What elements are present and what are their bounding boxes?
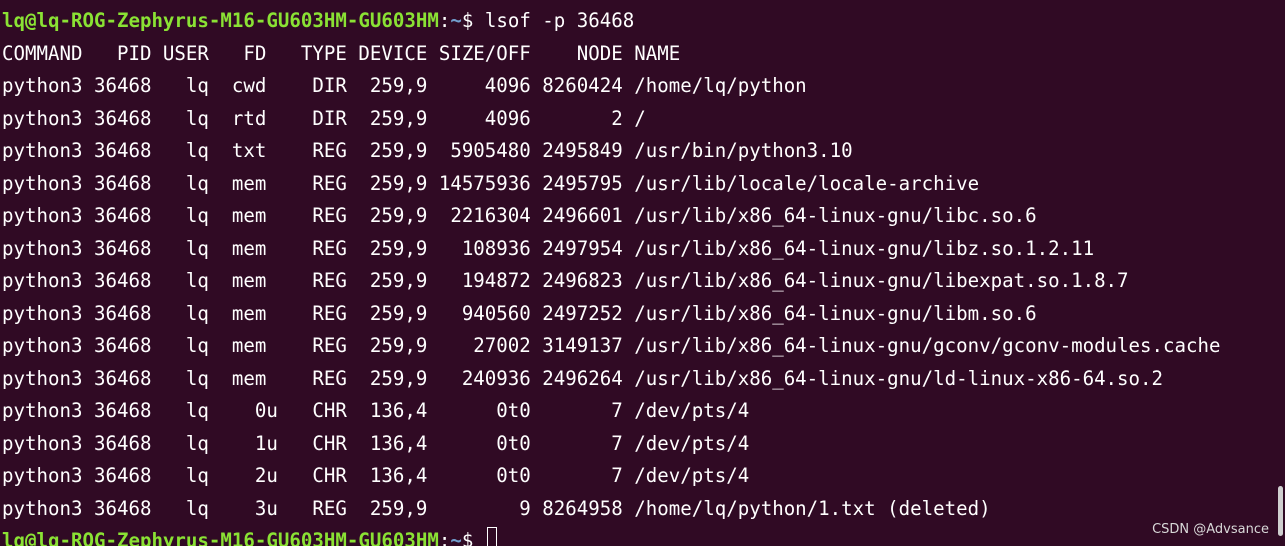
prompt-colon: : <box>438 529 451 546</box>
output-row: python3 36468 lq cwd DIR 259,9 4096 8260… <box>2 74 807 97</box>
terminal-output: lq@lq-ROG-Zephyrus-M16-GU603HM-GU603HM:~… <box>2 5 1285 546</box>
command-text: lsof -p 36468 <box>484 9 635 32</box>
output-row: python3 36468 lq mem REG 259,9 14575936 … <box>2 171 980 195</box>
prompt-path: ~ <box>450 529 462 546</box>
output-row: python3 36468 lq txt REG 259,9 5905480 2… <box>2 139 853 162</box>
output-row: python3 36468 lq 2u CHR 136,4 0t0 7 /dev… <box>2 464 750 487</box>
output-row: python3 36468 lq mem REG 259,9 194872 24… <box>2 269 1129 292</box>
watermark: CSDN @Advsance <box>1152 522 1269 537</box>
output-row: python3 36468 lq rtd DIR 259,9 4096 2 / <box>2 106 646 130</box>
prompt-user-host: lq@lq-ROG-Zephyrus-M16-GU603HM-GU603HM <box>2 9 439 32</box>
active-prompt-line[interactable]: lq@lq-ROG-Zephyrus-M16-GU603HM-GU603HM:~… <box>2 525 1285 546</box>
output-row: python3 36468 lq mem REG 259,9 240936 24… <box>2 366 1164 390</box>
output-row: python3 36468 lq mem REG 259,9 108936 24… <box>2 236 1095 260</box>
prompt-path: ~ <box>450 9 462 32</box>
output-header: COMMAND PID USER FD TYPE DEVICE SIZE/OFF… <box>2 41 681 65</box>
output-row: python3 36468 lq 3u REG 259,9 9 8264958 … <box>2 496 991 520</box>
command-line: lq@lq-ROG-Zephyrus-M16-GU603HM-GU603HM:~… <box>2 5 1285 38</box>
text-cursor <box>486 527 497 546</box>
prompt-colon: : <box>438 9 451 32</box>
prompt-dollar: $ <box>461 529 485 546</box>
terminal-window[interactable]: lq@lq-ROG-Zephyrus-M16-GU603HM-GU603HM:~… <box>0 0 1285 546</box>
prompt-user-host: lq@lq-ROG-Zephyrus-M16-GU603HM-GU603HM <box>2 529 439 546</box>
output-rows: python3 36468 lq cwd DIR 259,9 4096 8260… <box>2 70 1285 525</box>
output-row: python3 36468 lq mem REG 259,9 27002 314… <box>2 334 1221 357</box>
output-row: python3 36468 lq 1u CHR 136,4 0t0 7 /dev… <box>2 431 750 455</box>
scrollbar-thumb[interactable] <box>1278 486 1283 536</box>
prompt-dollar: $ <box>461 9 485 32</box>
output-row: python3 36468 lq 0u CHR 136,4 0t0 7 /dev… <box>2 399 750 422</box>
output-row: python3 36468 lq mem REG 259,9 2216304 2… <box>2 204 1037 227</box>
output-row: python3 36468 lq mem REG 259,9 940560 24… <box>2 301 1037 325</box>
